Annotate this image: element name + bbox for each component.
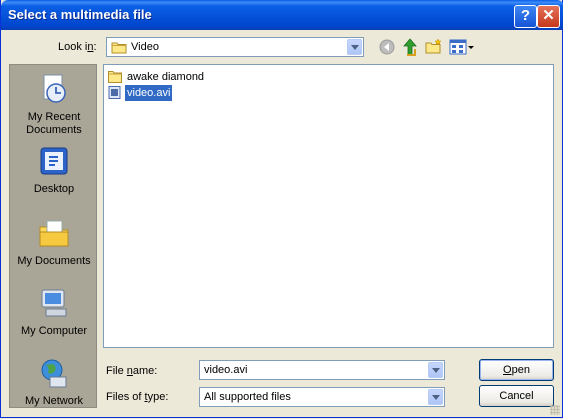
chevron-down-icon[interactable] (428, 389, 443, 405)
places-item-network[interactable]: My Network (10, 357, 98, 408)
places-label-documents: My Documents (17, 255, 91, 267)
look-in-dropdown[interactable]: Video (106, 37, 364, 57)
open-button[interactable]: Open (479, 359, 554, 381)
my-documents-icon (39, 220, 69, 247)
file-list[interactable]: awake diamond video.avi (103, 64, 554, 348)
dialog-window: Select a multimedia file ? ✕ Look in: Vi… (0, 0, 563, 418)
places-label-network: My Network (24, 395, 84, 407)
help-button[interactable]: ? (514, 5, 537, 28)
folder-icon (108, 71, 122, 83)
desktop-icon (40, 147, 68, 175)
chevron-down-icon[interactable] (347, 39, 362, 55)
up-folder-icon[interactable] (402, 38, 418, 56)
file-type-label: Files of type: (106, 391, 169, 403)
file-name: awake diamond (127, 71, 205, 83)
places-label-recent: My Recent Documents (26, 111, 82, 136)
back-icon[interactable] (379, 39, 395, 55)
file-type-dropdown[interactable]: All supported files (199, 387, 445, 407)
file-type-value: All supported files (204, 391, 291, 403)
close-button[interactable]: ✕ (537, 5, 560, 28)
views-menu-icon[interactable] (449, 39, 475, 55)
my-computer-icon (41, 289, 67, 317)
places-bar: My Recent Documents Desktop My Documents (9, 64, 97, 408)
places-item-desktop[interactable]: Desktop (10, 145, 98, 196)
places-label-desktop: Desktop (33, 183, 75, 195)
chevron-down-icon[interactable] (428, 362, 443, 378)
dialog-title: Select a multimedia file (8, 7, 152, 22)
file-name-field[interactable]: video.avi (199, 360, 445, 380)
video-file-icon (108, 86, 121, 99)
close-icon: ✕ (542, 7, 555, 24)
file-name: video.avi (125, 85, 173, 101)
places-label-computer: My Computer (20, 325, 88, 337)
file-name-value: video.avi (204, 364, 248, 376)
folder-icon (111, 42, 127, 54)
recent-documents-icon (43, 74, 66, 103)
file-name-label: File name: (106, 365, 158, 377)
my-network-icon (41, 359, 67, 388)
places-item-recent[interactable]: My Recent Documents (10, 73, 98, 137)
title-bar[interactable]: Select a multimedia file ? ✕ (1, 0, 563, 30)
resize-grip[interactable] (550, 405, 560, 415)
new-folder-icon[interactable] (425, 38, 443, 55)
look-in-label: Look in: (58, 41, 97, 53)
cancel-button[interactable]: Cancel (479, 385, 554, 407)
places-item-documents[interactable]: My Documents (10, 217, 98, 268)
look-in-value: Video (131, 41, 159, 53)
places-item-computer[interactable]: My Computer (10, 287, 98, 338)
help-icon: ? (520, 7, 531, 24)
